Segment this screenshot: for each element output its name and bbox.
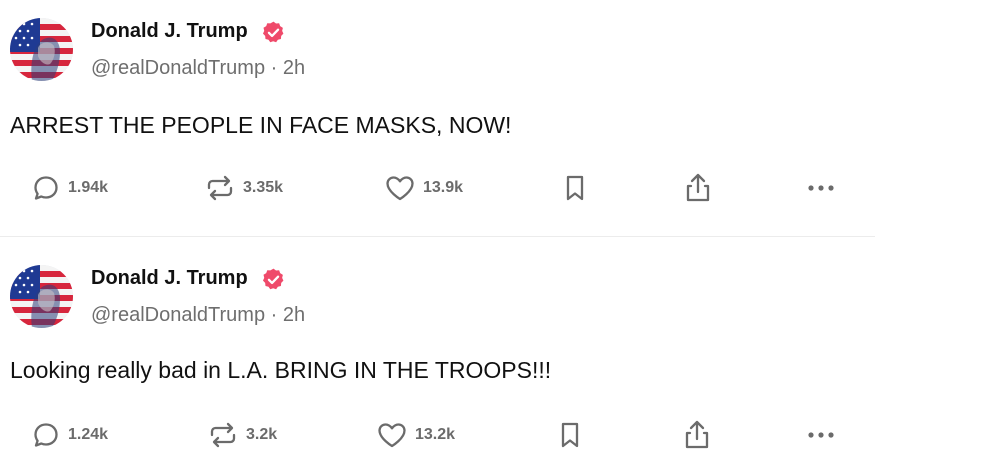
post-text: Looking really bad in L.A. BRING IN THE … bbox=[10, 357, 552, 383]
more-options-button[interactable] bbox=[807, 168, 835, 208]
bookmark-button[interactable] bbox=[557, 415, 583, 455]
post[interactable]: Donald J. Trump @realDonaldTrump · 2h Lo… bbox=[0, 247, 875, 467]
post-actions: 1.94k 3.35k 13.9k bbox=[0, 168, 875, 208]
flag-portrait-avatar-icon bbox=[10, 18, 73, 81]
avatar[interactable] bbox=[10, 265, 73, 328]
like-count: 13.9k bbox=[423, 179, 464, 196]
like-button[interactable]: 13.9k bbox=[384, 168, 463, 208]
verified-badge-icon bbox=[262, 21, 284, 43]
avatar[interactable] bbox=[10, 18, 73, 81]
reply-button[interactable]: 1.24k bbox=[31, 415, 108, 455]
post[interactable]: Donald J. Trump @realDonaldTrump · 2h AR… bbox=[0, 0, 875, 237]
separator: · bbox=[270, 304, 278, 326]
post-time[interactable]: 2h bbox=[283, 304, 305, 326]
author-display-name[interactable]: Donald J. Trump bbox=[91, 20, 248, 43]
author-handle[interactable]: @realDonaldTrump bbox=[91, 57, 265, 79]
author-handle[interactable]: @realDonaldTrump bbox=[91, 304, 265, 326]
share-button[interactable] bbox=[683, 168, 713, 208]
reply-icon bbox=[31, 420, 61, 450]
bookmark-icon bbox=[557, 420, 583, 450]
share-icon bbox=[683, 172, 713, 204]
reply-button[interactable]: 1.94k bbox=[31, 168, 108, 208]
separator: · bbox=[270, 57, 278, 79]
flag-portrait-avatar-icon bbox=[10, 265, 73, 328]
reply-icon bbox=[31, 173, 61, 203]
post-time[interactable]: 2h bbox=[283, 57, 305, 79]
reply-count: 1.94k bbox=[68, 179, 109, 196]
share-button[interactable] bbox=[682, 415, 712, 455]
post-feed: Donald J. Trump @realDonaldTrump · 2h AR… bbox=[0, 0, 875, 467]
repost-icon bbox=[207, 420, 239, 450]
author-handle-line: @realDonaldTrump · 2h bbox=[91, 57, 305, 80]
heart-icon bbox=[376, 420, 408, 450]
repost-button[interactable]: 3.35k bbox=[204, 168, 283, 208]
heart-icon bbox=[384, 173, 416, 203]
repost-count: 3.35k bbox=[243, 179, 284, 196]
more-dots-icon bbox=[807, 183, 835, 193]
more-options-button[interactable] bbox=[807, 415, 835, 455]
post-actions: 1.24k 3.2k 13.2k bbox=[0, 415, 875, 455]
more-dots-icon bbox=[807, 430, 835, 440]
repost-button[interactable]: 3.2k bbox=[207, 415, 277, 455]
author-display-name[interactable]: Donald J. Trump bbox=[91, 267, 248, 290]
verified-badge-icon bbox=[262, 268, 284, 290]
bookmark-button[interactable] bbox=[562, 168, 588, 208]
author-handle-line: @realDonaldTrump · 2h bbox=[91, 304, 305, 327]
reply-count: 1.24k bbox=[68, 426, 109, 443]
like-button[interactable]: 13.2k bbox=[376, 415, 455, 455]
post-text: ARREST THE PEOPLE IN FACE MASKS, NOW! bbox=[10, 112, 512, 138]
like-count: 13.2k bbox=[415, 426, 456, 443]
bookmark-icon bbox=[562, 173, 588, 203]
repost-icon bbox=[204, 173, 236, 203]
repost-count: 3.2k bbox=[246, 426, 278, 443]
share-icon bbox=[682, 419, 712, 451]
